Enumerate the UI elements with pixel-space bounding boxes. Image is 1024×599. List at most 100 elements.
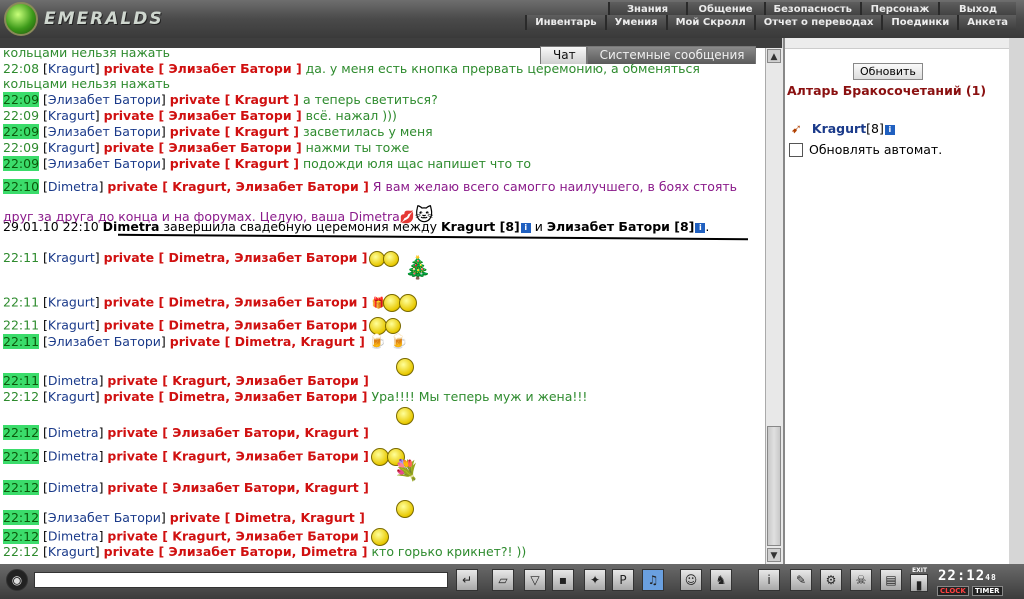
tab-system-messages[interactable]: Системные сообщения [586, 46, 756, 64]
chat-scrollbar[interactable]: ▲ ▼ [765, 48, 783, 564]
menu-profile[interactable]: Анкета [957, 15, 1016, 30]
chat-nick[interactable]: Dimetra [48, 179, 99, 194]
smiley-icon [396, 358, 414, 376]
auto-refresh-checkbox[interactable] [789, 142, 803, 157]
beer-mug-icon: 🍺 [368, 334, 387, 350]
chat-message: 22:12 [Kragurt] private [ Dimetra, Элиза… [3, 389, 588, 404]
chat-nick[interactable]: Dimetra [48, 425, 99, 440]
chat-message: 22:11 [Dimetra] private [ Kragurt, Элиза… [3, 373, 369, 388]
menu-transfer-report[interactable]: Отчет о переводах [753, 15, 882, 30]
chat-log: кольцами нельзя нажать 22:08 [Kragurt] p… [0, 48, 765, 564]
info-icon[interactable]: i [695, 222, 706, 233]
room-panel-header [785, 38, 1009, 49]
chat-nick[interactable]: Dimetra [48, 373, 99, 388]
smiley-icon [383, 250, 400, 267]
chat-message: 22:09 [Kragurt] private [ Элизабет Батор… [3, 108, 397, 123]
smiley-panel-icon[interactable]: ☺ [680, 569, 702, 591]
bank-icon[interactable]: ▤ [880, 569, 902, 591]
game-clock: 22:1248 [938, 568, 997, 584]
chat-nick[interactable]: Kragurt [48, 295, 95, 310]
chat-message: 22:12 [Dimetra] private [ Kragurt, Элиза… [3, 448, 405, 466]
refresh-button[interactable]: Обновить [853, 63, 923, 80]
chat-nick[interactable]: Kragurt [48, 318, 95, 333]
chat-input[interactable] [34, 572, 448, 588]
smiley-icon [385, 318, 402, 334]
christmas-tree-icon: 🎄 [404, 256, 432, 281]
chat-message: 22:11 [Kragurt] private [ Dimetra, Элиза… [3, 294, 418, 312]
chat-nick[interactable]: Dimetra [48, 449, 99, 464]
chat-nick[interactable]: Kragurt [48, 61, 95, 76]
chat-message: 22:11 [Kragurt] private [ Dimetra, Элиза… [3, 250, 400, 267]
smiley-icon [396, 500, 414, 518]
chat-message: 22:12 [Элизабет Батори] private [ Dimetr… [3, 510, 365, 525]
character-icon[interactable]: ✦ [584, 569, 606, 591]
translit-icon[interactable]: P [612, 569, 634, 591]
room-panel: Обновить Алтарь Бракосочетаний (1) ➹ Kra… [783, 38, 1009, 564]
music-icon[interactable]: ♫ [642, 569, 664, 591]
chat-nick[interactable]: Kragurt [48, 108, 95, 123]
chat-nick[interactable]: Dimetra [48, 529, 99, 544]
flower-bouquet-icon: 💐 [394, 458, 419, 482]
helmet-icon[interactable]: ♞ [710, 569, 732, 591]
chat-message: 22:12 [Dimetra] private [ Элизабет Батор… [3, 425, 369, 440]
chat-nick[interactable]: Элизабет Батори [48, 156, 161, 171]
tab-chat[interactable]: Чат [540, 46, 587, 64]
chat-nick[interactable]: Dimetra [48, 480, 99, 495]
scroll-up-icon[interactable]: ▲ [767, 49, 781, 63]
chat-message: 22:09 [Элизабет Батори] private [ Kragur… [3, 124, 433, 139]
chat-message: 22:12 [Dimetra] private [ Элизабет Батор… [3, 480, 369, 495]
menu-skills[interactable]: Умения [604, 15, 666, 30]
menu-battles[interactable]: Поединки [881, 15, 958, 30]
gear-icon[interactable]: ⚙ [820, 569, 842, 591]
chat-nick[interactable]: Kragurt [48, 140, 95, 155]
save-icon[interactable]: ▪ [552, 569, 574, 591]
chat-nick[interactable]: Элизабет Батори [48, 510, 161, 525]
chat-message: 22:09 [Элизабет Батори] private [ Kragur… [3, 156, 532, 171]
smiley-icon [399, 294, 418, 312]
chat-nick[interactable]: Kragurt [48, 544, 95, 559]
scroll-thumb[interactable] [767, 426, 781, 546]
skull-icon[interactable]: ☠ [850, 569, 872, 591]
bottom-toolbar: ◉ ↵ ▱ ▽ ▪ ✦ P ♫ ☺ ♞ i ✎ ⚙ ☠ ▤ EXIT ▮ 22:… [0, 564, 1024, 599]
system-message: 29.01.10 22:10 Dimetra завершила свадебн… [3, 219, 710, 234]
system-actor[interactable]: Dimetra [103, 219, 160, 234]
chat-tabs: Чат Системные сообщения [540, 46, 756, 64]
auto-refresh-row: Обновлять автомат. [789, 142, 942, 157]
smiley-icon [396, 407, 414, 425]
clock-toggle[interactable]: CLOCK [937, 586, 969, 596]
scroll-down-icon[interactable]: ▼ [767, 548, 781, 562]
chat-nick[interactable]: Элизабет Батори [48, 334, 161, 349]
chat-message: 22:11 [Kragurt] private [ Dimetra, Элиза… [3, 317, 402, 335]
chat-nick[interactable]: Kragurt [48, 389, 95, 404]
exit-door-icon[interactable]: ▮ [910, 574, 928, 592]
menu-inventory[interactable]: Инвентарь [525, 15, 605, 30]
app-logo-text: EMERALDS [44, 9, 164, 29]
menu-my-scroll[interactable]: Мой Скролл [665, 15, 754, 30]
chat-continuation: кольцами нельзя нажать [3, 76, 171, 91]
system-user-1[interactable]: Kragurt [8] [441, 219, 520, 234]
chat-nick[interactable]: Элизабет Батори [48, 92, 161, 107]
info-button-icon[interactable]: i [758, 569, 780, 591]
eraser-icon[interactable]: ▱ [492, 569, 514, 591]
chat-message: 22:12 [Kragurt] private [ Элизабет Батор… [3, 544, 527, 559]
chat-message: 22:09 [Kragurt] private [ Элизабет Батор… [3, 140, 410, 155]
chat-nick[interactable]: Kragurt [48, 250, 95, 265]
room-user-level: [8] [866, 121, 884, 136]
system-user-2[interactable]: Элизабет Батори [8] [547, 219, 695, 234]
timer-toggle[interactable]: TIMER [972, 586, 1003, 596]
info-icon[interactable]: i [520, 222, 531, 233]
room-user-nick[interactable]: Kragurt [812, 121, 866, 136]
top-bar: EMERALDS Знания Общение Безопасность Пер… [0, 0, 1024, 38]
exit-label: EXIT [912, 567, 928, 574]
auto-refresh-label: Обновлять автомат. [809, 142, 943, 157]
main-menu-row2: Инвентарь Умения Мой Скролл Отчет о пере… [525, 15, 1016, 30]
beer-mug-icon: 🍺 [390, 334, 408, 350]
emerald-logo-icon [4, 2, 38, 36]
chat-nick[interactable]: Элизабет Батори [48, 124, 161, 139]
speaker-icon[interactable]: ◉ [6, 569, 28, 591]
private-message-icon[interactable]: ➹ [791, 122, 802, 137]
scroll-icon[interactable]: ✎ [790, 569, 812, 591]
send-icon[interactable]: ↵ [456, 569, 478, 591]
info-icon[interactable]: i [884, 124, 895, 135]
filter-icon[interactable]: ▽ [524, 569, 546, 591]
